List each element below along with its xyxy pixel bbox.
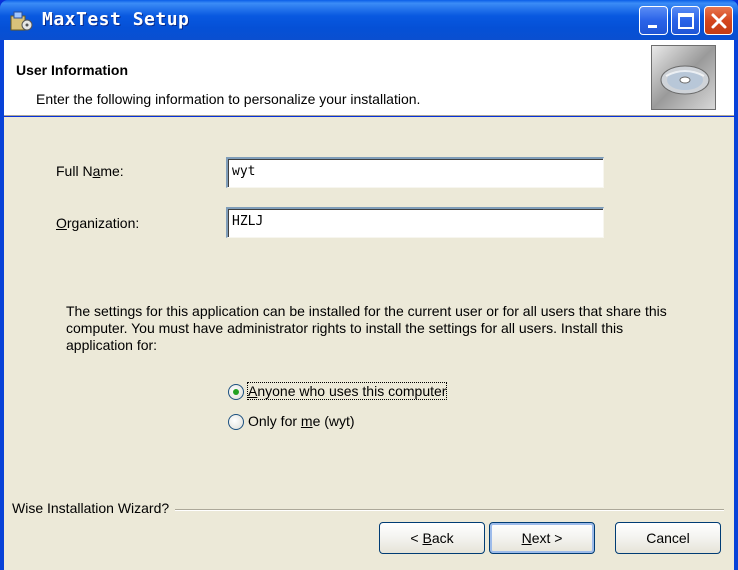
radio-anyone-label[interactable]: Anyone who uses this computer (246, 382, 448, 400)
organization-input[interactable]: HZLJ (226, 207, 604, 238)
organization-label: Organization: (56, 215, 140, 231)
dialog-body: Full Name: wyt Organization: HZLJ The se… (4, 117, 734, 570)
maximize-button[interactable] (671, 6, 700, 35)
radio-button-selected[interactable] (228, 384, 244, 400)
install-scope-description: The settings for this application can be… (66, 303, 667, 353)
cancel-button[interactable]: Cancel (615, 522, 721, 554)
radio-dot (233, 389, 239, 395)
banner-title: User Information (16, 62, 129, 78)
wizard-brand-label: Wise Installation Wizard? (12, 500, 176, 516)
window-title: MaxTest Setup (42, 9, 190, 30)
banner-subtitle: Enter the following information to perso… (36, 91, 421, 107)
close-button[interactable] (704, 6, 733, 35)
setup-window: MaxTest Setup User Information Enter the… (0, 0, 738, 570)
back-button[interactable]: < Back (379, 522, 485, 554)
radio-only-me-label[interactable]: Only for me (wyt) (248, 413, 355, 429)
cd-icon (651, 45, 716, 110)
close-icon (711, 13, 727, 29)
full-name-label: Full Name: (56, 163, 124, 179)
maximize-icon (678, 13, 694, 29)
radio-button-unselected[interactable] (228, 414, 244, 430)
window-frame-right (734, 40, 738, 570)
minimize-icon (648, 25, 657, 28)
minimize-button[interactable] (639, 6, 668, 35)
full-name-input[interactable]: wyt (226, 157, 604, 188)
title-bar[interactable]: MaxTest Setup (0, 0, 738, 40)
header-banner: User Information Enter the following inf… (4, 40, 734, 116)
next-button[interactable]: Next > (489, 522, 595, 554)
installer-icon[interactable] (8, 8, 34, 34)
